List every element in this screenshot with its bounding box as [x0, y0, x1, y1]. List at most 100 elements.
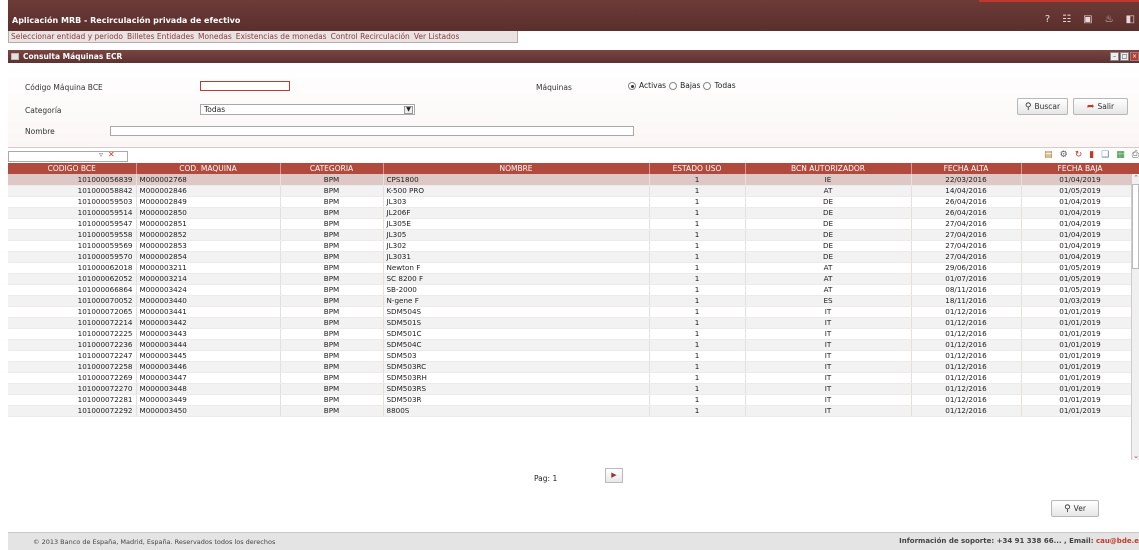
chart-icon[interactable]: ▤ [1044, 150, 1053, 160]
cell-categoria: BPM [280, 350, 384, 362]
menu-item-listados[interactable]: Ver Listados [414, 32, 460, 41]
cell-fecha-alta: 27/04/2016 [911, 240, 1022, 252]
table-row[interactable]: 101000072292 M000003450 BPM 8800S 1 IT 01/12/2… [8, 405, 1139, 417]
refresh-icon[interactable]: ↻ [1075, 150, 1083, 160]
col-nombre[interactable]: NOMBRE [383, 163, 650, 174]
copyright-text: © 2013 Banco de España, Madrid, España. … [33, 538, 276, 546]
ver-button[interactable]: ⚲ Ver [1051, 500, 1099, 517]
cell-codigo-bce: 101000072247 [8, 350, 137, 362]
codigo-input[interactable] [200, 81, 290, 91]
radio-bajas[interactable] [669, 81, 678, 90]
cell-categoria: BPM [280, 394, 384, 406]
menu-item-billetes[interactable]: Billetes Entidades [127, 32, 194, 41]
col-bcn-autorizador[interactable]: BCN AUTORIZADOR [745, 163, 912, 174]
cell-nombre: JL305 [383, 229, 650, 241]
table-row[interactable]: 101000059503 M000002849 BPM JL303 1 DE 26/04/2… [8, 196, 1139, 208]
table-row[interactable]: 101000059569 M000002853 BPM JL302 1 DE 27/04/2… [8, 240, 1139, 252]
help-icon[interactable]: ? [1045, 14, 1050, 25]
table-row[interactable]: 101000058842 M000002846 BPM K-500 PRO 1 AT 14/… [8, 185, 1139, 197]
table-row[interactable]: 101000062018 M000003211 BPM Newton F 1 AT 29/0… [8, 262, 1139, 274]
settings-icon[interactable]: ⚙ [1060, 150, 1068, 160]
cell-categoria: BPM [280, 262, 384, 274]
print-icon[interactable]: ⎙ [1132, 150, 1139, 160]
col-codigo-bce[interactable]: CODIGO BCE [8, 163, 137, 174]
grid-scrollbar[interactable]: ⌃ ⌄ [1131, 174, 1139, 460]
cell-estado-uso: 1 [649, 196, 746, 208]
table-row[interactable]: 101000062052 M000003214 BPM SC 8200 F 1 AT 01/… [8, 273, 1139, 285]
close-icon[interactable]: × [1130, 52, 1139, 61]
salir-button[interactable]: ➦ Salir [1073, 98, 1128, 115]
scroll-down-icon[interactable]: ⌄ [1132, 452, 1139, 460]
bell-icon[interactable]: ♨ [1105, 14, 1114, 25]
cell-fecha-alta: 27/04/2016 [911, 229, 1022, 241]
cell-estado-uso: 1 [649, 405, 746, 417]
cell-fecha-alta: 01/12/2016 [911, 361, 1022, 373]
menu-item-control[interactable]: Control Recirculación [331, 32, 410, 41]
nombre-input[interactable] [110, 126, 634, 136]
filter-icon[interactable]: ▿ [99, 150, 103, 159]
next-page-button[interactable]: ▶ [605, 468, 623, 483]
copy-icon[interactable]: ❏ [1101, 150, 1109, 160]
table-row[interactable]: 101000072270 M000003448 BPM SDM503RS 1 IT 01/1… [8, 383, 1139, 395]
cell-bcn-autorizador: AT [745, 273, 912, 285]
cell-estado-uso: 1 [649, 262, 746, 274]
cell-nombre: SDM503RC [383, 361, 650, 373]
chevron-down-icon[interactable]: ▼ [404, 106, 413, 114]
col-fecha-baja[interactable]: FECHA BAJA [1021, 163, 1139, 174]
maximize-icon[interactable]: □ [1120, 52, 1129, 61]
cell-bcn-autorizador: IT [745, 339, 912, 351]
table-row[interactable]: 101000066864 M000003424 BPM SB-2000 1 AT 08/11… [8, 284, 1139, 296]
table-row[interactable]: 101000072269 M000003447 BPM SDM503RH 1 IT 01/1… [8, 372, 1139, 384]
cell-estado-uso: 1 [649, 361, 746, 373]
cell-cod-maquina: M000002853 [136, 240, 281, 252]
table-row[interactable]: 101000059547 M000002851 BPM JL305E 1 DE 27/04/… [8, 218, 1139, 230]
menu-item-existencias[interactable]: Existencias de monedas [236, 32, 327, 41]
cell-fecha-baja: 01/04/2019 [1021, 174, 1139, 186]
buscar-button[interactable]: ⚲ Buscar [1017, 98, 1068, 115]
header-accent-line [979, 0, 1139, 2]
cell-cod-maquina: M000003211 [136, 262, 281, 274]
table-row[interactable]: 101000072247 M000003445 BPM SDM503 1 IT 01/12/… [8, 350, 1139, 362]
table-row[interactable]: 101000059514 M000002850 BPM JL206F 1 DE 26/04/… [8, 207, 1139, 219]
scroll-thumb[interactable] [1132, 184, 1139, 269]
cell-categoria: BPM [280, 284, 384, 296]
table-row[interactable]: 101000072281 M000003449 BPM SDM503R 1 IT 01/12… [8, 394, 1139, 406]
table-row[interactable]: 101000072225 M000003443 BPM SDM501C 1 IT 01/12… [8, 328, 1139, 340]
columns-icon[interactable]: ▮ [1089, 150, 1094, 160]
table-row[interactable]: 101000059570 M000002854 BPM JL3031 1 DE 27/04/… [8, 251, 1139, 263]
cell-fecha-alta: 01/07/2016 [911, 273, 1022, 285]
col-fecha-alta[interactable]: FECHA ALTA [911, 163, 1022, 174]
cell-nombre: JL305E [383, 218, 650, 230]
window-icon[interactable]: ▣ [1083, 14, 1092, 25]
col-categoria[interactable]: CATEGORIA [280, 163, 384, 174]
cell-fecha-alta: 01/12/2016 [911, 317, 1022, 329]
table-row[interactable]: 101000059558 M000002852 BPM JL305 1 DE 27/04/2… [8, 229, 1139, 241]
cell-fecha-baja: 01/04/2019 [1021, 207, 1139, 219]
cell-fecha-alta: 22/03/2016 [911, 174, 1022, 186]
exit-icon[interactable]: ◧ [1126, 14, 1135, 25]
table-row[interactable]: 101000072214 M000003442 BPM SDM501S 1 IT 01/12… [8, 317, 1139, 329]
table-row[interactable]: 101000072258 M000003446 BPM SDM503RC 1 IT 01/1… [8, 361, 1139, 373]
cell-cod-maquina: M000003449 [136, 394, 281, 406]
categoria-select[interactable]: Todas ▼ [200, 104, 415, 115]
table-row[interactable]: 101000072236 M000003444 BPM SDM504C 1 IT 01/12… [8, 339, 1139, 351]
menu-item-monedas[interactable]: Monedas [198, 32, 232, 41]
cell-nombre: SC 8200 F [383, 273, 650, 285]
table-row[interactable]: 101000072065 M000003441 BPM SDM504S 1 IT 01/12… [8, 306, 1139, 318]
radio-activas[interactable] [628, 81, 636, 90]
menu-item-seleccionar[interactable]: Seleccionar entidad y periodo [11, 32, 123, 41]
scroll-up-icon[interactable]: ⌃ [1132, 174, 1139, 182]
col-cod-maquina[interactable]: COD. MAQUINA [136, 163, 281, 174]
support-email[interactable]: cau@bde.e [1096, 537, 1139, 545]
clear-filter-icon[interactable]: ✕ [108, 150, 115, 159]
sitemap-icon[interactable]: ☷ [1062, 14, 1071, 25]
cell-fecha-alta: 08/11/2016 [911, 284, 1022, 296]
cell-categoria: BPM [280, 207, 384, 219]
cell-fecha-baja: 01/01/2019 [1021, 383, 1139, 395]
table-row[interactable]: 101000056839 M000002768 BPM CPS1800 1 IE 22/03… [8, 174, 1139, 186]
minimize-icon[interactable]: – [1110, 52, 1119, 61]
excel-icon[interactable]: ▦ [1116, 150, 1125, 160]
radio-todas[interactable] [703, 81, 712, 90]
table-row[interactable]: 101000070052 M000003440 BPM N-gene F 1 ES 18/1… [8, 295, 1139, 307]
col-estado-uso[interactable]: ESTADO USO [649, 163, 746, 174]
